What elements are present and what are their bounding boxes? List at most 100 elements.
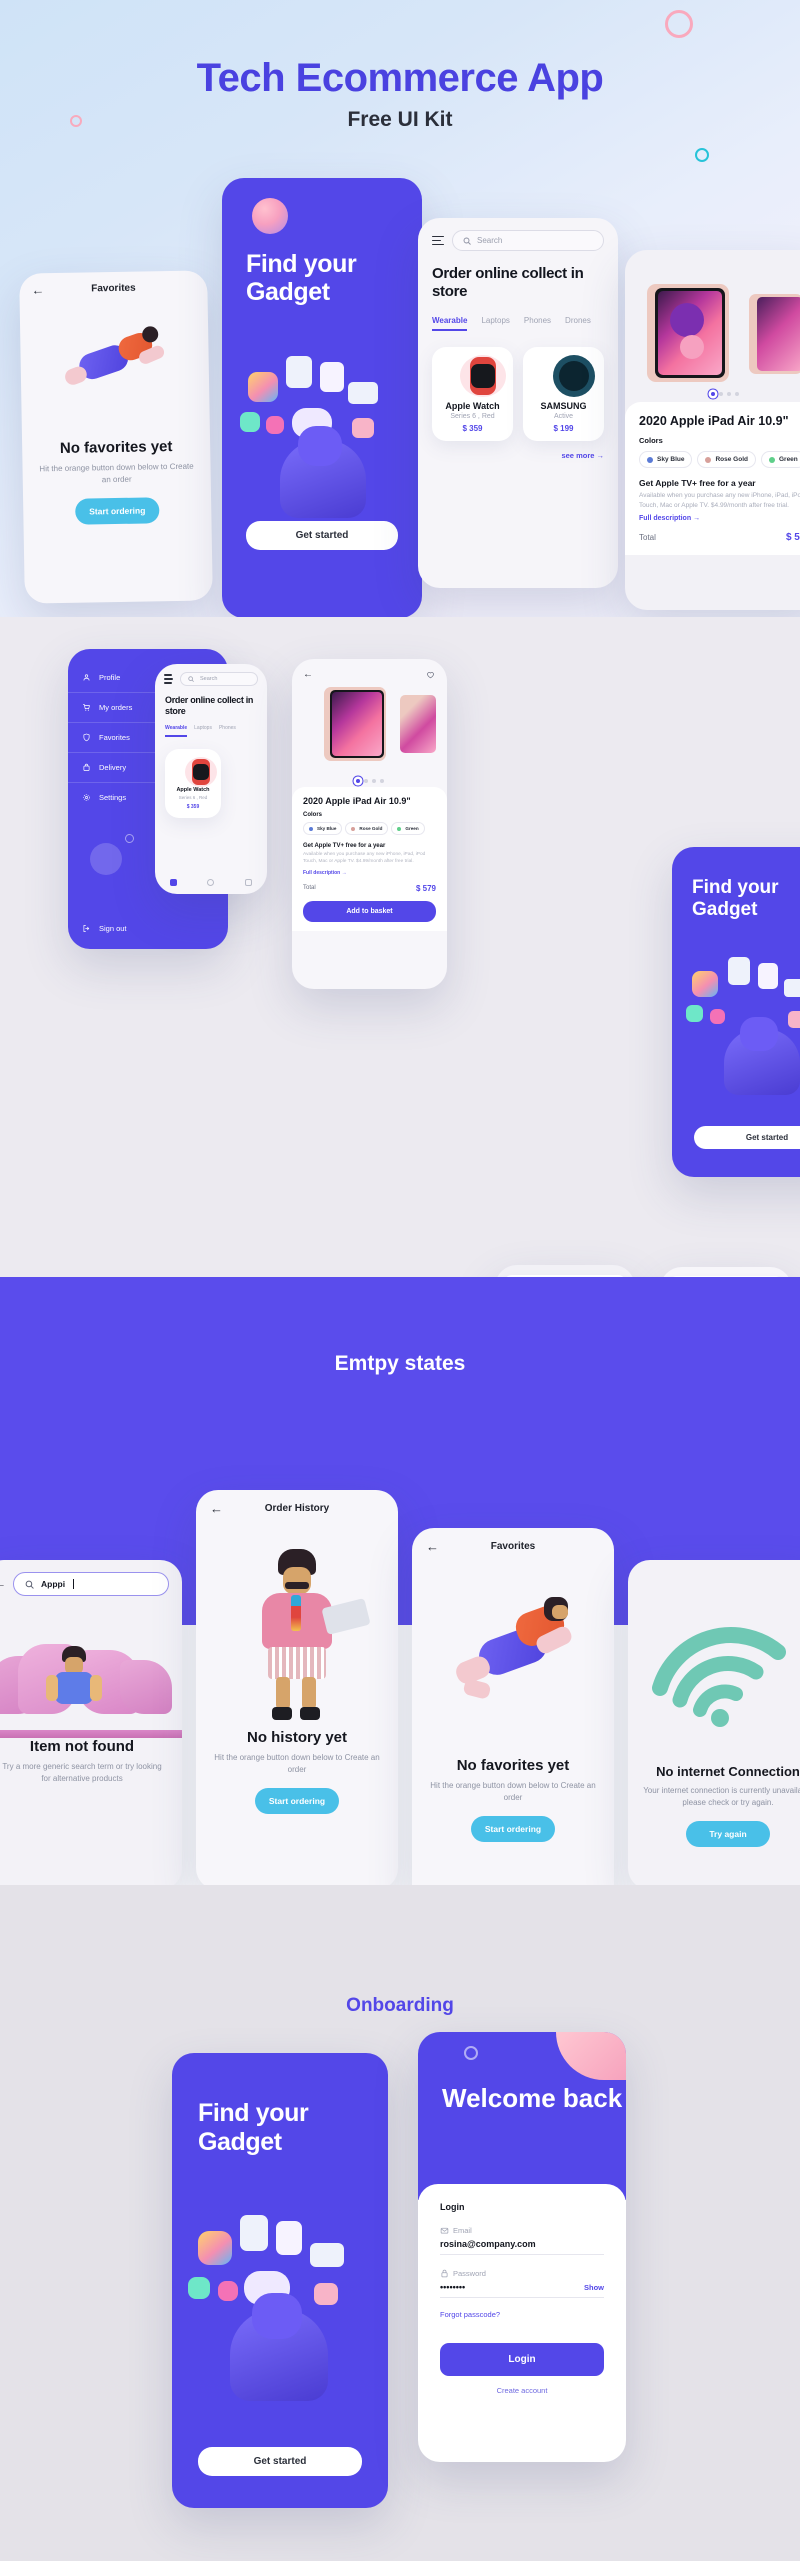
back-arrow-icon[interactable]: ← bbox=[31, 282, 44, 297]
text-caret bbox=[73, 1579, 75, 1589]
color-label: Green bbox=[405, 826, 419, 831]
tab-phones[interactable]: Phones bbox=[524, 316, 551, 331]
carousel-dots[interactable] bbox=[625, 392, 800, 396]
empty-heading: No favorites yet bbox=[59, 438, 173, 457]
decorative-blob bbox=[556, 2032, 626, 2080]
hero-section: Tech Ecommerce App Free UI Kit ← Favorit… bbox=[0, 0, 800, 617]
screen-favorites-empty: ← Favorites No favorites yet Hit the ora… bbox=[412, 1528, 614, 1908]
profile-icon[interactable] bbox=[244, 879, 252, 886]
color-chip-green[interactable]: Green bbox=[391, 822, 425, 835]
screen-ipad-detail: 2020 Apple iPad Air 10.9" Colors Sky Blu… bbox=[625, 250, 800, 610]
color-chip-rose-gold[interactable]: Rose Gold bbox=[697, 451, 756, 468]
empty-body: Hit the orange button down below to Crea… bbox=[430, 1781, 596, 1802]
color-label: Green bbox=[778, 456, 798, 463]
history-illustration bbox=[196, 1549, 398, 1729]
search-input[interactable]: Search bbox=[180, 672, 258, 686]
email-label: Email bbox=[453, 2226, 472, 2235]
tab-drones[interactable]: Drones bbox=[565, 316, 591, 331]
password-value: •••••••• bbox=[440, 2282, 466, 2292]
search-input[interactable]: Search bbox=[452, 230, 604, 251]
back-arrow-icon[interactable]: ← bbox=[0, 1578, 6, 1590]
heart-icon[interactable] bbox=[426, 670, 435, 679]
search-placeholder: Search bbox=[477, 236, 503, 245]
search-value: Apppi bbox=[41, 1579, 66, 1589]
hamburger-menu-icon[interactable] bbox=[164, 674, 173, 684]
color-chip-sky-blue[interactable]: Sky Blue bbox=[303, 822, 343, 835]
color-chip-sky-blue[interactable]: Sky Blue bbox=[639, 451, 693, 468]
screen-favorites: ← Favorites No favorites yet Hit the ora… bbox=[19, 270, 213, 604]
screen-find-your-gadget: Find your Gadget Get started bbox=[222, 178, 422, 617]
heart-icon[interactable] bbox=[207, 879, 215, 886]
screen-product-list: Apple iPad AirFrom $679 Apple WatchFrom … bbox=[660, 1267, 792, 1277]
start-ordering-button[interactable]: Start ordering bbox=[255, 1788, 339, 1814]
full-description-label: Full description bbox=[639, 515, 692, 523]
empty-body: Your internet connection is currently un… bbox=[643, 1786, 800, 1807]
empty-body: Try a more generic search term or try lo… bbox=[2, 1762, 162, 1783]
screen-order-online: Search Order online collect in store Wea… bbox=[418, 218, 618, 588]
search-input[interactable]: Apppi bbox=[13, 1572, 169, 1596]
search-icon bbox=[463, 237, 471, 245]
tab-wearable[interactable]: Wearable bbox=[165, 725, 188, 737]
full-description-label: Full description bbox=[303, 869, 341, 876]
try-again-button[interactable]: Try again bbox=[686, 1821, 770, 1847]
sign-out-button[interactable]: Sign out bbox=[82, 924, 127, 933]
tab-wearable[interactable]: Wearable bbox=[432, 316, 468, 331]
full-description-link[interactable]: Full description → bbox=[639, 515, 800, 522]
product-sub: Series 6 , Red bbox=[450, 412, 495, 420]
favorites-illustration bbox=[20, 309, 210, 440]
favorites-illustration bbox=[412, 1587, 614, 1757]
tab-phones[interactable]: Phones bbox=[219, 725, 236, 737]
favorites-navbar: ← Favorites bbox=[19, 270, 207, 300]
decorative-pink-ring bbox=[665, 10, 693, 38]
get-started-button[interactable]: Get started bbox=[246, 521, 398, 550]
color-chip-rose-gold[interactable]: Rose Gold bbox=[345, 822, 389, 835]
password-field-label: Password bbox=[440, 2269, 604, 2278]
create-account-link[interactable]: Create account bbox=[440, 2386, 604, 2395]
show-password-toggle[interactable]: Show bbox=[584, 2283, 604, 2292]
login-button[interactable]: Login bbox=[440, 2343, 604, 2376]
hamburger-menu-icon[interactable] bbox=[432, 235, 444, 246]
carousel-dots[interactable] bbox=[292, 779, 447, 783]
start-ordering-button[interactable]: Start ordering bbox=[75, 497, 160, 525]
password-label: Password bbox=[453, 2269, 486, 2278]
back-arrow-icon[interactable]: ← bbox=[303, 670, 313, 680]
product-card[interactable]: Apple Watch Series 6 , Red $ 359 bbox=[165, 748, 221, 818]
ui-kit-presentation: Tech Ecommerce App Free UI Kit ← Favorit… bbox=[0, 0, 800, 2561]
sidebar-item-label: Delivery bbox=[99, 763, 127, 772]
product-name: Apple Watch bbox=[445, 400, 500, 411]
product-title: 2020 Apple iPad Air 10.9" bbox=[303, 796, 411, 806]
add-to-basket-button[interactable]: Add to basket bbox=[303, 900, 436, 922]
screen-find-your-gadget-board: Find your Gadget Get started bbox=[672, 847, 800, 1177]
email-field[interactable]: rosina@company.com bbox=[440, 2235, 604, 2255]
gear-icon bbox=[83, 794, 90, 801]
full-description-link[interactable]: Full description → bbox=[303, 870, 436, 876]
screen-onboarding-gadget: Find your Gadget Get started bbox=[172, 2053, 388, 2508]
tab-laptops[interactable]: Laptops bbox=[194, 725, 212, 737]
see-more-link[interactable]: see more → bbox=[432, 451, 604, 460]
gadget-illustration bbox=[222, 354, 422, 544]
password-field[interactable]: •••••••• Show bbox=[440, 2278, 604, 2298]
form-title: Login bbox=[440, 2202, 465, 2212]
back-arrow-icon[interactable]: ← bbox=[210, 1502, 223, 1515]
forgot-passcode-link[interactable]: Forgot passcode? bbox=[440, 2310, 604, 2319]
color-chips: Sky Blue Rose Gold Green bbox=[639, 451, 800, 468]
email-value: rosina@company.com bbox=[440, 2239, 536, 2249]
back-arrow-icon[interactable]: ← bbox=[426, 1540, 439, 1553]
product-price: $ 199 bbox=[553, 423, 574, 433]
empty-heading: No internet Connection bbox=[656, 1764, 800, 1779]
colors-label: Colors bbox=[303, 812, 323, 818]
color-chip-green[interactable]: Green bbox=[760, 451, 800, 468]
sidebar-item-label: Profile bbox=[99, 673, 121, 682]
welcome-heading: Welcome back bbox=[442, 2083, 623, 2113]
tab-laptops[interactable]: Laptops bbox=[481, 316, 509, 331]
nav-title: Favorites bbox=[91, 282, 136, 295]
screen-cart: 2020 Apple iPad Air 10.9" $679.00 Quanti… bbox=[495, 1265, 635, 1277]
get-started-button[interactable]: Get started bbox=[694, 1126, 800, 1149]
color-label: Rose Gold bbox=[715, 456, 748, 463]
product-card[interactable]: SAMSUNG Active $ 199 bbox=[523, 346, 604, 441]
product-card[interactable]: Apple Watch Series 6 , Red $ 359 bbox=[432, 346, 513, 441]
home-icon[interactable] bbox=[170, 879, 178, 886]
search-icon bbox=[188, 676, 194, 682]
get-started-button[interactable]: Get started bbox=[198, 2447, 362, 2476]
start-ordering-button[interactable]: Start ordering bbox=[471, 1816, 555, 1842]
